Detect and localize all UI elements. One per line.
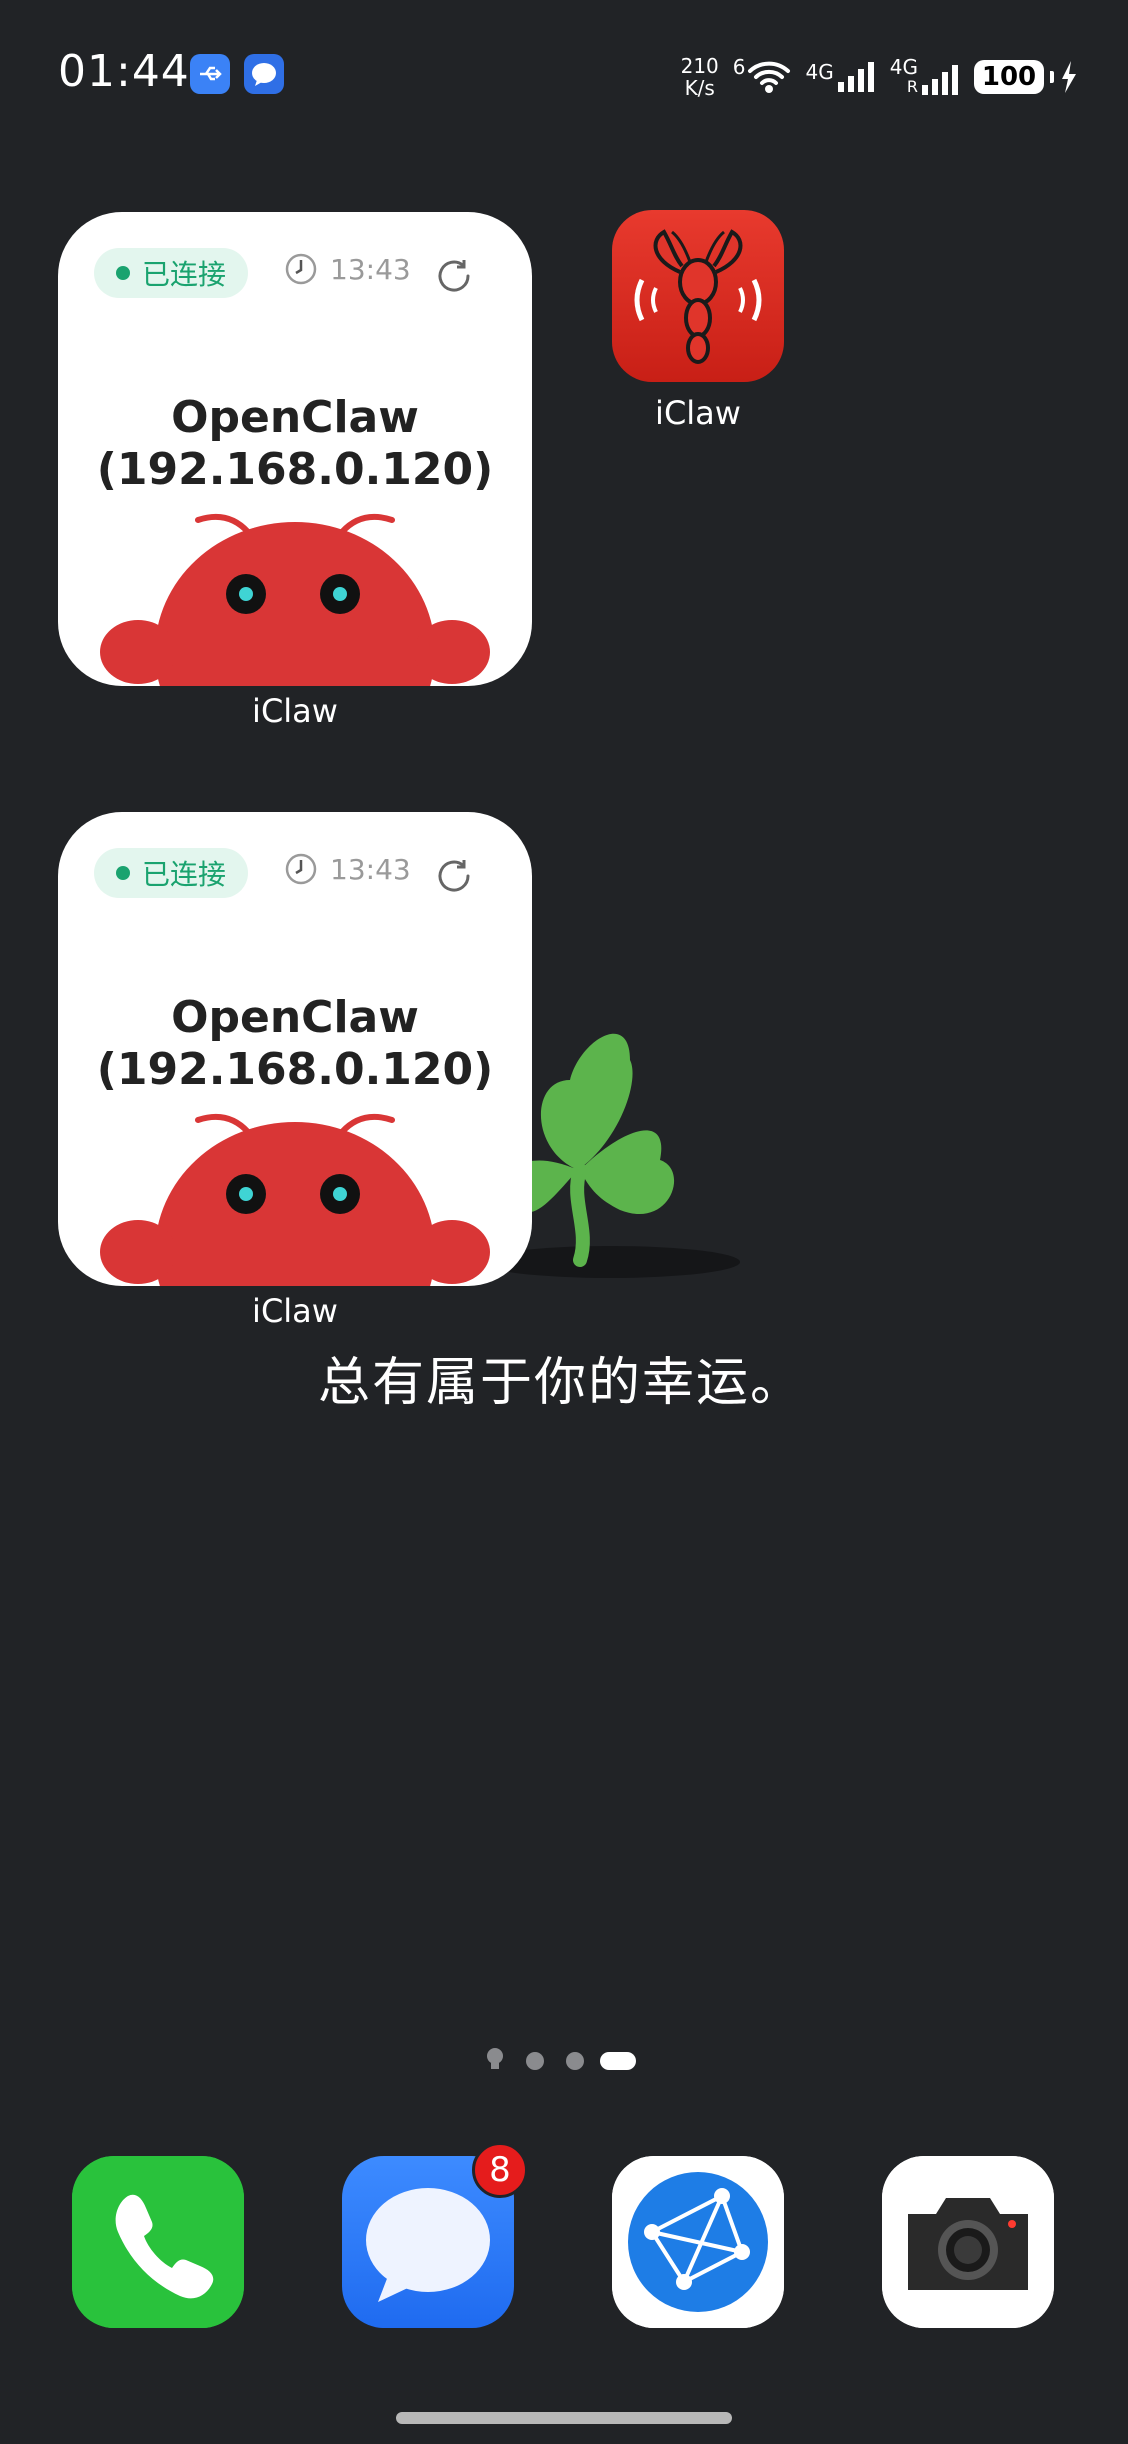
wifi-icon: 6 xyxy=(733,55,792,95)
connection-status-badge: 已连接 xyxy=(94,848,249,898)
last-update-time: 13:43 xyxy=(284,852,411,886)
openclaw-widget-1[interactable]: 已连接 13:43 OpenClaw (192.168.0.120) xyxy=(58,212,532,686)
claw-mascot-icon xyxy=(100,1114,490,1286)
page-dot[interactable] xyxy=(566,2052,584,2070)
unread-badge: 8 xyxy=(472,2142,528,2198)
openclaw-widget-2[interactable]: 已连接 13:43 OpenClaw (192.168.0.120) xyxy=(58,812,532,1286)
net-speed-value: 210 xyxy=(680,54,719,78)
iclaw-app-icon[interactable] xyxy=(612,210,784,382)
battery-tip xyxy=(1050,71,1054,83)
refresh-icon[interactable] xyxy=(434,256,474,296)
battery-icon: 100 xyxy=(974,60,1078,94)
last-update-time: 13:43 xyxy=(284,252,411,286)
net-speed-unit: K/s xyxy=(684,76,715,100)
charging-icon xyxy=(1062,61,1076,93)
connection-status-label: 已连接 xyxy=(142,258,227,291)
update-time-text: 13:43 xyxy=(330,252,411,286)
widget-title: OpenClaw xyxy=(171,992,419,1043)
signal-icon-2: 4G R xyxy=(890,57,960,97)
signal2-sub: R xyxy=(906,77,918,96)
widget-app-label: iClaw xyxy=(252,1292,338,1330)
battery-level: 100 xyxy=(974,60,1044,94)
update-time-text: 13:43 xyxy=(330,852,411,886)
globe-icon xyxy=(612,2156,784,2328)
home-indicator[interactable] xyxy=(396,2412,732,2424)
connection-status-badge: 已连接 xyxy=(94,248,249,298)
signal2-labels: 4G R xyxy=(890,57,918,97)
signal1-label: 4G xyxy=(805,60,834,84)
signal-icon: 4G xyxy=(806,60,876,94)
signal2-label: 4G xyxy=(889,55,918,79)
clock-icon xyxy=(285,853,317,885)
widget-address: (192.168.0.120) xyxy=(96,1044,494,1095)
clock-icon xyxy=(285,253,317,285)
message-app-icon xyxy=(244,54,284,94)
net-speed: 210 K/s xyxy=(681,55,719,99)
phone-icon xyxy=(72,2156,244,2328)
iclaw-app-label[interactable]: iClaw xyxy=(612,394,784,432)
status-dot-icon xyxy=(116,266,130,280)
page-indicator-lightbulb-icon[interactable] xyxy=(484,2046,506,2074)
browser-app-icon[interactable] xyxy=(612,2156,784,2328)
lobster-icon xyxy=(612,210,784,382)
claw-mascot-icon xyxy=(100,514,490,686)
widget-title: OpenClaw xyxy=(171,392,419,443)
wallpaper-slogan: 总有属于你的幸运。 xyxy=(318,1353,805,1413)
connection-status-label: 已连接 xyxy=(142,858,227,891)
page-dot-active[interactable] xyxy=(600,2052,636,2070)
refresh-icon[interactable] xyxy=(434,856,474,896)
usb-icon xyxy=(190,54,230,94)
camera-icon xyxy=(882,2156,1054,2328)
wifi-label: 6 xyxy=(732,55,746,79)
camera-app-icon[interactable] xyxy=(882,2156,1054,2328)
status-dot-icon xyxy=(116,866,130,880)
phone-app-icon[interactable] xyxy=(72,2156,244,2328)
widget-address: (192.168.0.120) xyxy=(96,444,494,495)
widget-app-label: iClaw xyxy=(252,692,338,730)
status-time: 01:44 xyxy=(58,46,190,97)
status-icons: 210 K/s 6 4G 4G R 100 xyxy=(681,52,1078,102)
page-dot[interactable] xyxy=(526,2052,544,2070)
